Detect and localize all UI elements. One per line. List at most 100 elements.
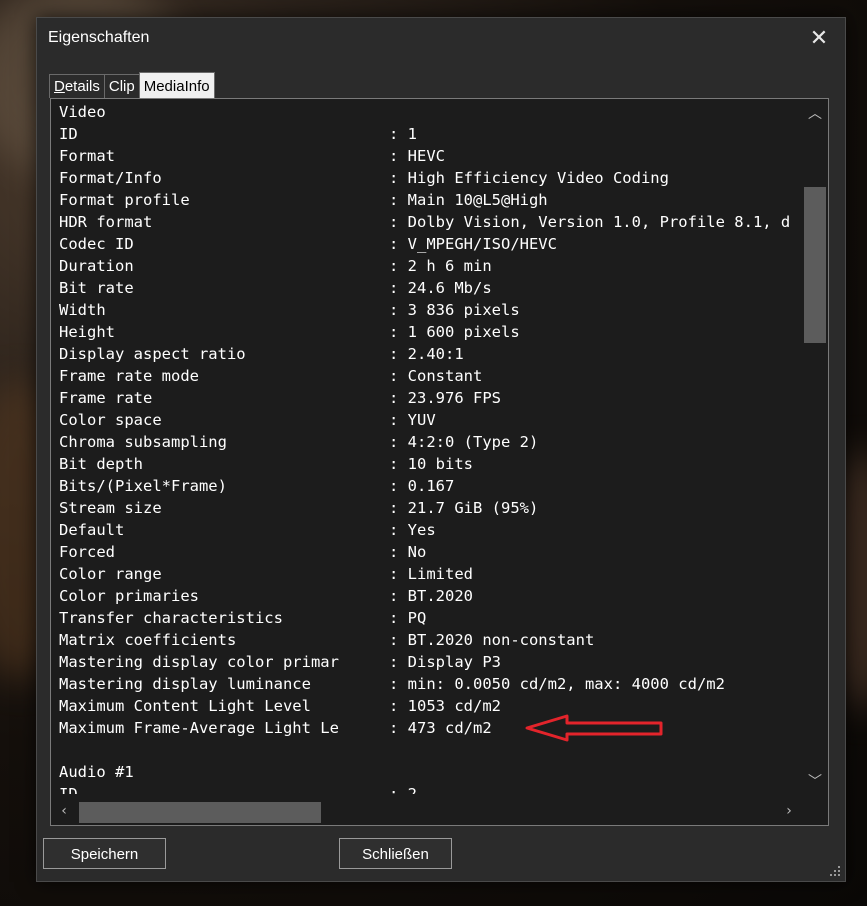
tab-bar: Details Clip MediaInfo [49,72,215,99]
info-row: Format: HEVC [59,145,799,167]
info-value: : No [389,543,427,561]
info-value: : 1 600 pixels [389,323,520,341]
info-value: : Dolby Vision, Version 1.0, Profile 8.1… [389,213,791,231]
info-row: Forced : No [59,541,799,563]
info-value: : Limited [389,565,473,583]
vertical-scrollbar[interactable]: ︿ ﹀ [802,99,828,797]
info-value: : Main 10@L5@High [389,191,548,209]
info-value: : 1 [389,125,417,143]
info-key: Transfer characteristics [59,609,283,627]
info-key: Duration [59,257,134,275]
info-key: Display aspect ratio [59,345,246,363]
scroll-right-icon[interactable]: › [778,803,800,819]
info-row: Bit depth : 10 bits [59,453,799,475]
info-row: Bit rate: 24.6 Mb/s [59,277,799,299]
info-key: Color primaries [59,587,199,605]
info-value: : 24.6 Mb/s [389,279,492,297]
info-value: : 2 [389,785,417,794]
info-row: Bits/(Pixel*Frame): 0.167 [59,475,799,497]
properties-dialog: Eigenschaften ✕ Details Clip MediaInfo V… [36,17,846,882]
info-key: Format profile [59,191,190,209]
info-value: : HEVC [389,147,445,165]
info-value: : BT.2020 non-constant [389,631,595,649]
info-value: : Constant [389,367,483,385]
info-row: Default: Yes [59,519,799,541]
info-key: Height [59,323,115,341]
info-row: Color primaries : BT.2020 [59,585,799,607]
info-row: Maximum Content Light Level: 1053 cd/m2 [59,695,799,717]
info-row: Frame rate mode : Constant [59,365,799,387]
info-row: Width : 3 836 pixels [59,299,799,321]
horizontal-scrollbar[interactable]: ‹ › [51,799,802,825]
scrollbar-corner [802,799,828,825]
info-key: Forced [59,543,115,561]
info-row: Codec ID: V_MPEGH/ISO/HEVC [59,233,799,255]
info-value [389,101,799,123]
info-key: Maximum Content Light Level [59,697,311,715]
info-value: : 21.7 GiB (95%) [389,499,539,517]
info-row: Duration: 2 h 6 min [59,255,799,277]
close-icon[interactable]: ✕ [807,28,831,52]
info-value: : 4:2:0 (Type 2) [389,433,539,451]
info-key: Frame rate mode [59,367,199,385]
info-row: Transfer characteristics : PQ [59,607,799,629]
info-value: : min: 0.0050 cd/m2, max: 4000 cd/m2 [389,675,725,693]
save-button[interactable]: Speichern [43,838,166,869]
info-value: : 23.976 FPS [389,389,501,407]
info-value: : YUV [389,411,436,429]
info-key: Frame rate [59,389,153,407]
mediainfo-text[interactable]: Video ID : 1 Format: HEVC Format/Info : High … [59,101,799,794]
info-row: Format/Info : High Efficiency Video Codin… [59,167,799,189]
info-row: Frame rate : 23.976 FPS [59,387,799,409]
info-key: ID [59,785,78,794]
info-value: : 10 bits [389,455,473,473]
resize-grip-icon[interactable] [829,865,841,877]
info-value [389,761,799,783]
info-row: Color space : YUV [59,409,799,431]
scroll-left-icon[interactable]: ‹ [53,803,75,819]
info-row: HDR format: Dolby Vision, Version 1.0, P… [59,211,799,233]
annotation-arrow [525,714,663,742]
info-key: Format/Info [59,169,162,187]
info-row [59,739,799,761]
info-row: Height : 1 600 pixels [59,321,799,343]
tab-details-label: etails [64,78,100,95]
vertical-scroll-thumb[interactable] [804,187,826,343]
info-key: Video [59,103,106,121]
info-row: Mastering display luminance : min: 0.0050… [59,673,799,695]
info-row: ID : 2 [59,783,799,794]
dialog-title: Eigenschaften [48,29,150,46]
info-value: : V_MPEGH/ISO/HEVC [389,235,557,253]
title-bar[interactable]: Eigenschaften ✕ [37,18,845,62]
info-key: Chroma subsampling [59,433,227,451]
info-value: : 2.40:1 [389,345,464,363]
info-key [59,739,389,761]
info-row: Display aspect ratio : 2.40:1 [59,343,799,365]
info-value: : 0.167 [389,477,455,495]
tab-clip[interactable]: Clip [103,74,140,98]
scroll-up-icon[interactable]: ︿ [804,103,826,123]
info-key: Stream size [59,499,162,517]
info-row: Color range : Limited [59,563,799,585]
info-key: Color range [59,565,162,583]
info-value: : High Efficiency Video Coding [389,169,669,187]
info-value: : BT.2020 [389,587,473,605]
info-value: : Yes [389,521,436,539]
info-key: Matrix coefficients [59,631,237,649]
scroll-down-icon[interactable]: ﹀ [804,771,826,791]
horizontal-scroll-thumb[interactable] [79,802,321,823]
tab-details[interactable]: Details [49,74,105,98]
close-button[interactable]: Schließen [339,838,452,869]
info-value: : 3 836 pixels [389,301,520,319]
info-row: Video [59,101,799,123]
info-key: Bit depth [59,455,143,473]
info-key: Color space [59,411,162,429]
info-key: ID [59,125,78,143]
info-row: Chroma subsampling : 4:2:0 (Type 2) [59,431,799,453]
info-value: : PQ [389,609,427,627]
info-value: : Display P3 [389,653,501,671]
info-key: Mastering display luminance [59,675,311,693]
tab-mediainfo[interactable]: MediaInfo [138,72,215,98]
info-row: Mastering display color primar: Display … [59,651,799,673]
info-key: Width [59,301,106,319]
